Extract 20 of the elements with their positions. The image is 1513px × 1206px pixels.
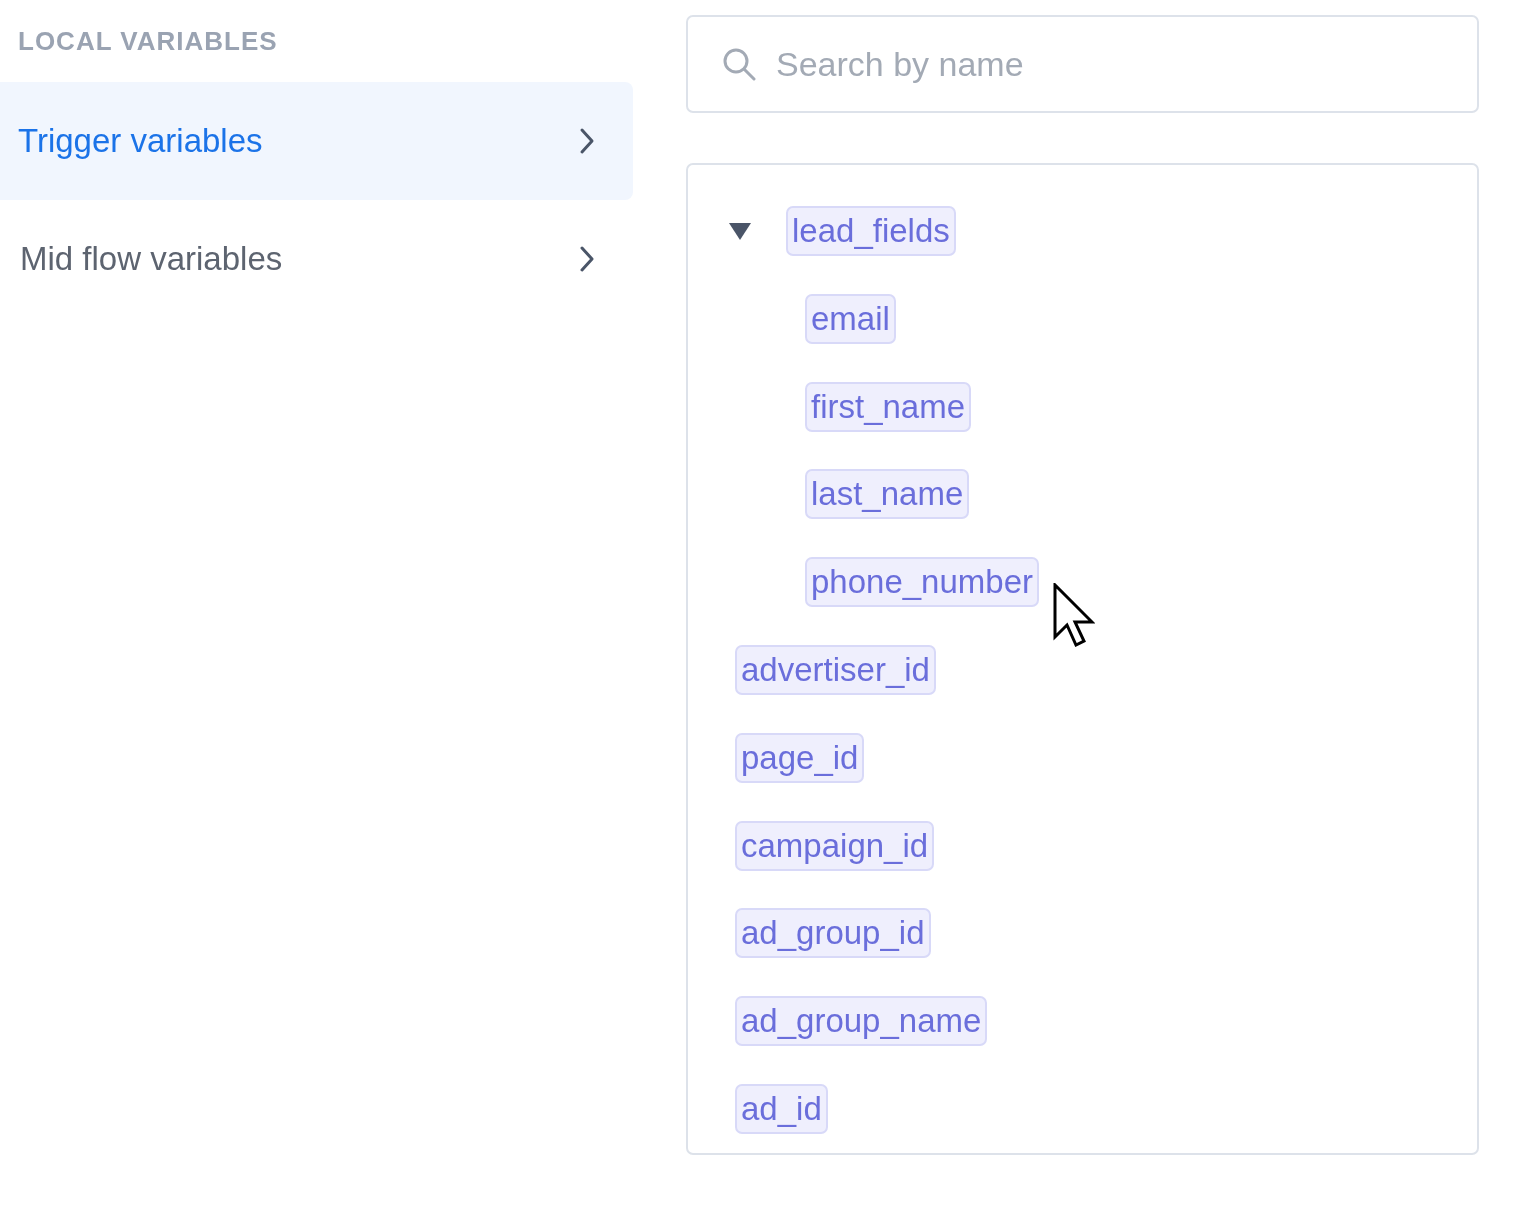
- variable-tag[interactable]: campaign_id: [735, 820, 935, 871]
- variable-tag[interactable]: ad_group_id: [735, 908, 931, 959]
- sidebar-item[interactable]: Trigger variables: [0, 82, 633, 200]
- variable-tag[interactable]: ad_id: [735, 1084, 828, 1135]
- variable-tag[interactable]: first_name: [805, 381, 972, 432]
- search-icon: [722, 47, 756, 81]
- caret-icon[interactable]: [728, 220, 752, 241]
- variable-tag[interactable]: email: [805, 293, 896, 344]
- chevron-right-icon: [579, 245, 595, 273]
- section-heading: LOCAL VARIABLES: [17, 25, 279, 58]
- variable-tag[interactable]: last_name: [805, 469, 970, 520]
- variable-tag[interactable]: phone_number: [805, 557, 1039, 608]
- variable-tag[interactable]: advertiser_id: [735, 644, 936, 695]
- mouse-pointer-icon: [1053, 583, 1095, 647]
- search-field[interactable]: Search by name: [686, 15, 1479, 113]
- variable-tag[interactable]: ad_group_name: [735, 996, 988, 1047]
- variable-tag[interactable]: lead_fields: [786, 205, 956, 256]
- sidebar-item[interactable]: Mid flow variables: [0, 200, 633, 318]
- chevron-right-icon: [579, 127, 595, 155]
- variable-tag[interactable]: page_id: [735, 732, 865, 783]
